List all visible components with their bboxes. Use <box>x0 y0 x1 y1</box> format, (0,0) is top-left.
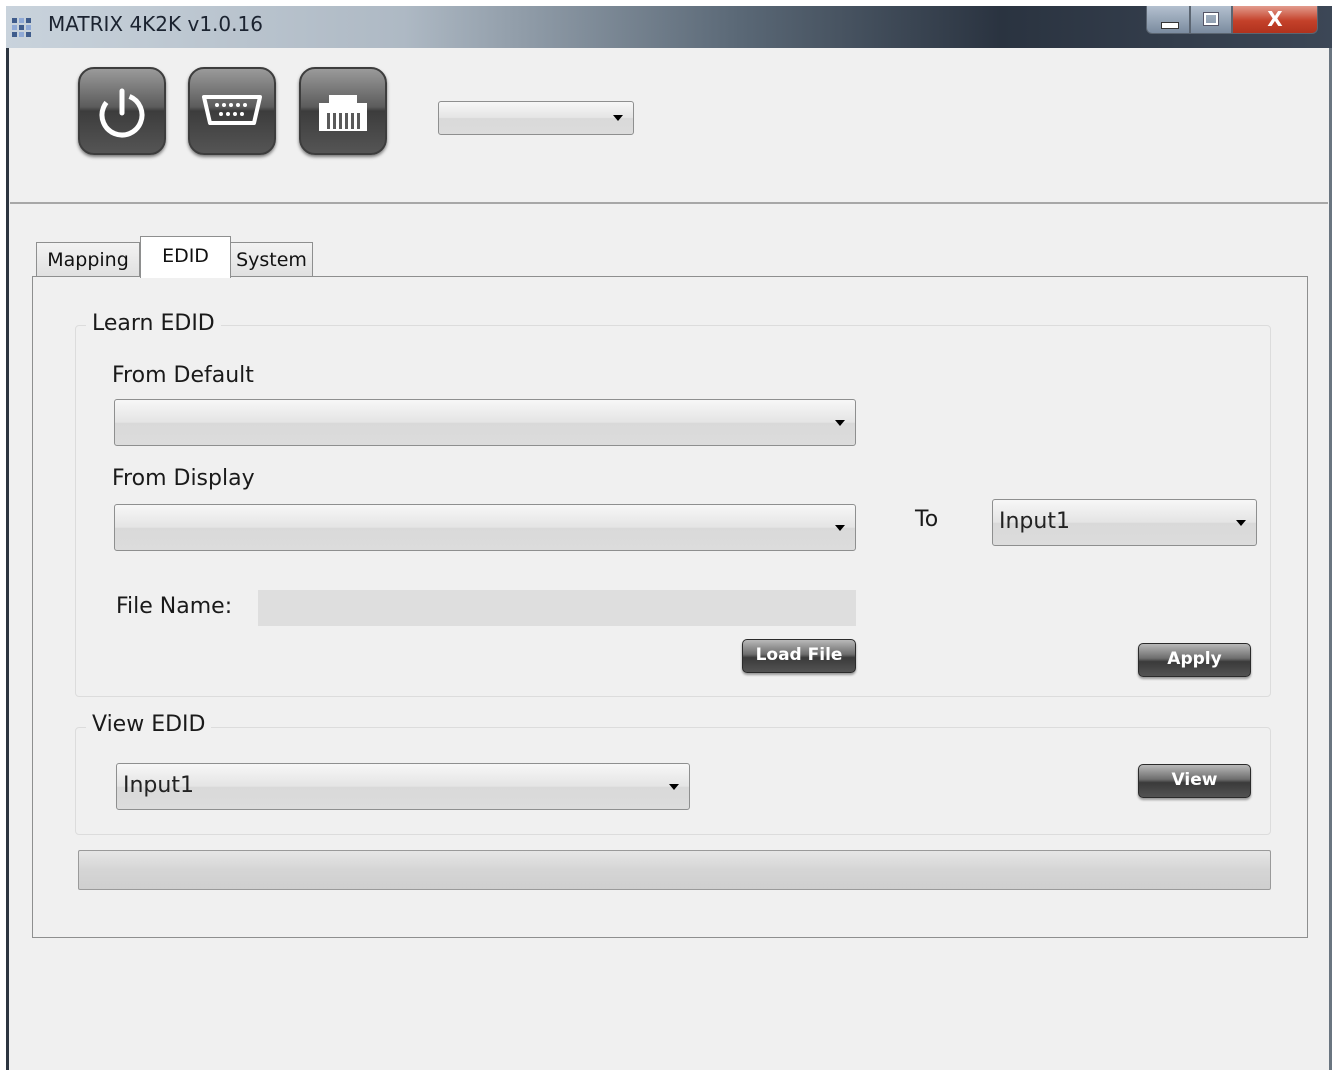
learn-edid-title: Learn EDID <box>86 311 221 336</box>
to-input-value: Input1 <box>999 509 1070 534</box>
file-name-field[interactable] <box>258 590 856 626</box>
power-button[interactable] <box>78 67 166 155</box>
tab-system[interactable]: System <box>230 242 313 276</box>
from-default-label: From Default <box>112 363 254 388</box>
tab-edid-label: EDID <box>162 245 209 267</box>
load-file-button[interactable]: Load File <box>742 639 856 673</box>
from-display-select[interactable] <box>114 504 856 551</box>
close-button[interactable]: X <box>1232 6 1318 34</box>
toolbar-divider <box>10 202 1328 204</box>
chevron-down-icon <box>1236 519 1246 526</box>
view-button[interactable]: View <box>1138 764 1251 798</box>
view-label: View <box>1171 770 1218 790</box>
to-label: To <box>915 507 939 532</box>
load-file-label: Load File <box>755 645 843 665</box>
file-name-label: File Name: <box>116 594 233 619</box>
title-bar[interactable]: MATRIX 4K2K v1.0.16 X <box>6 6 1332 48</box>
tab-system-label: System <box>236 249 307 271</box>
port-select[interactable] <box>438 101 634 135</box>
serial-connect-button[interactable] <box>188 67 276 155</box>
from-default-select[interactable] <box>114 399 856 446</box>
apply-label: Apply <box>1167 649 1222 669</box>
close-icon: X <box>1267 7 1283 31</box>
minimize-button[interactable] <box>1146 6 1190 34</box>
serial-port-icon <box>202 95 262 125</box>
maximize-button[interactable] <box>1190 6 1232 34</box>
chevron-down-icon <box>835 419 845 426</box>
network-port-icon <box>319 95 367 131</box>
chevron-down-icon <box>669 783 679 790</box>
tab-edid[interactable]: EDID <box>140 236 231 278</box>
from-display-label: From Display <box>112 466 255 491</box>
power-icon <box>99 88 145 138</box>
network-connect-button[interactable] <box>299 67 387 155</box>
tab-mapping-label: Mapping <box>47 249 129 271</box>
to-input-select[interactable]: Input1 <box>992 499 1257 546</box>
app-icon <box>10 14 38 40</box>
chevron-down-icon <box>835 524 845 531</box>
maximize-icon <box>1203 12 1219 26</box>
progress-bar <box>78 850 1271 890</box>
minimize-icon <box>1161 22 1179 29</box>
view-input-select[interactable]: Input1 <box>116 763 690 810</box>
view-edid-title: View EDID <box>86 712 212 737</box>
window-title: MATRIX 4K2K v1.0.16 <box>48 12 263 36</box>
tab-mapping[interactable]: Mapping <box>36 242 140 276</box>
view-input-value: Input1 <box>123 773 194 798</box>
chevron-down-icon <box>613 115 623 121</box>
apply-button[interactable]: Apply <box>1138 643 1251 677</box>
